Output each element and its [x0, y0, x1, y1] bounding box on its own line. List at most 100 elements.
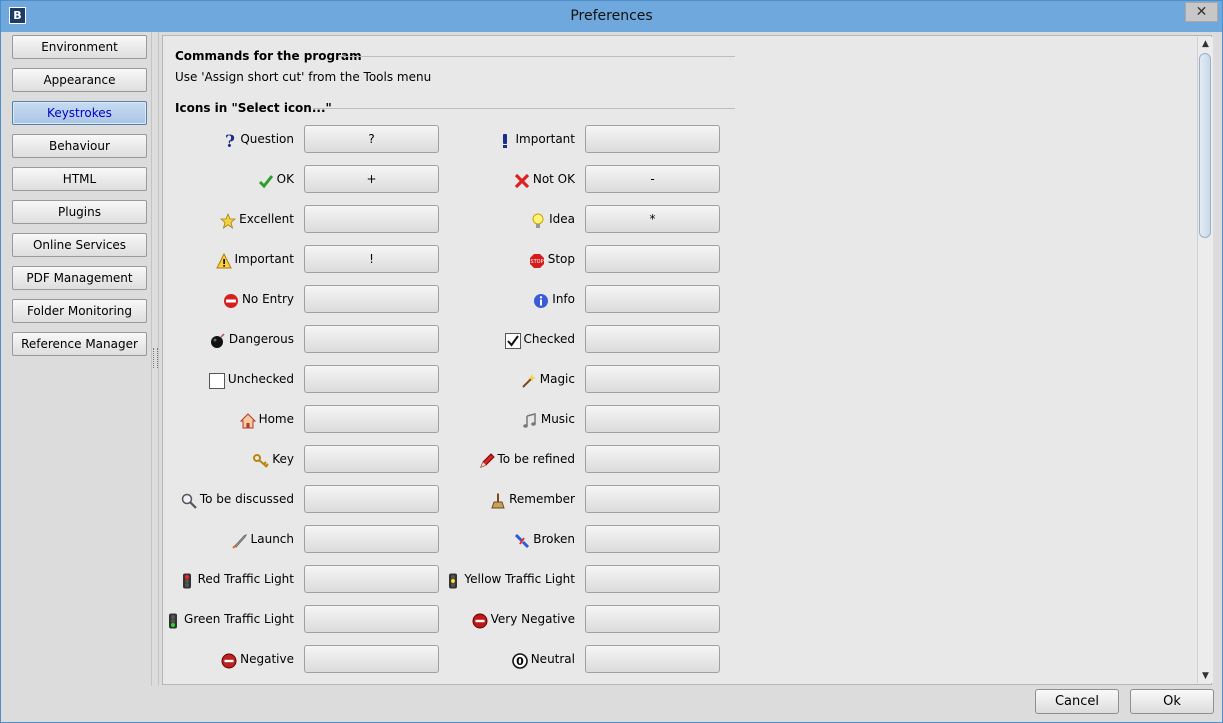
shortcut-field[interactable] [585, 525, 720, 553]
red-traffic-light-icon [179, 571, 195, 588]
sidebar-item-html[interactable]: HTML [12, 167, 147, 191]
shortcut-field[interactable] [585, 645, 720, 673]
shortcut-field[interactable]: + [304, 165, 439, 193]
icon-label-right: Broken [514, 525, 575, 553]
shortcut-field[interactable] [304, 405, 439, 433]
keystrokes-panel: Commands for the program Use 'Assign sho… [162, 35, 1213, 685]
icon-label-right: Magic [521, 365, 575, 393]
shortcut-field[interactable]: - [585, 165, 720, 193]
sidebar-item-behaviour[interactable]: Behaviour [12, 134, 147, 158]
icon-label-right: Info [533, 285, 575, 313]
icon-label-text: Question [240, 132, 294, 146]
splitter-grip-icon[interactable] [153, 348, 158, 368]
shortcut-field[interactable] [304, 485, 439, 513]
shortcut-field[interactable] [304, 525, 439, 553]
scrollbar-thumb[interactable] [1199, 53, 1211, 238]
icon-label-right: 0 Neutral [511, 645, 575, 673]
check-icon [258, 171, 274, 188]
broom-icon [490, 491, 506, 508]
shortcut-field[interactable] [304, 285, 439, 313]
cancel-button[interactable]: Cancel [1035, 689, 1119, 714]
icon-label-text: Neutral [530, 652, 575, 666]
icon-label-text: To be discussed [199, 492, 294, 506]
icon-label-left: Dangerous [210, 325, 294, 353]
svg-text:?: ? [225, 133, 235, 149]
shortcut-field[interactable] [304, 205, 439, 233]
icon-label-text: Magic [539, 372, 575, 386]
divider [313, 108, 735, 109]
commands-note: Use 'Assign short cut' from the Tools me… [175, 70, 432, 84]
star-icon [220, 211, 237, 229]
sidebar-item-environment[interactable]: Environment [12, 35, 147, 59]
warning-icon [215, 251, 232, 268]
sidebar-item-folder-monitoring[interactable]: Folder Monitoring [12, 299, 147, 323]
sidebar-item-appearance[interactable]: Appearance [12, 68, 147, 92]
shortcut-field[interactable] [585, 565, 720, 593]
info-icon [533, 291, 549, 308]
shortcut-field[interactable]: ! [304, 245, 439, 273]
shortcut-field[interactable] [304, 565, 439, 593]
sidebar-item-plugins[interactable]: Plugins [12, 200, 147, 224]
icon-label-right: Important [497, 125, 575, 153]
shortcut-field[interactable] [304, 325, 439, 353]
vertical-scrollbar[interactable]: ▲ ▼ [1197, 37, 1213, 683]
sidebar-item-reference-manager[interactable]: Reference Manager [12, 332, 147, 356]
stop-sign-icon: STOP [529, 251, 545, 268]
shortcut-field[interactable] [304, 365, 439, 393]
exclamation-icon [497, 131, 513, 148]
icon-label-left: ? Question [221, 125, 294, 153]
ok-button[interactable]: Ok [1130, 689, 1214, 714]
icon-label-text: OK [276, 172, 294, 186]
minus-circle-icon [221, 651, 237, 668]
sidebar-item-online-services[interactable]: Online Services [12, 233, 147, 257]
shortcut-field[interactable] [585, 125, 720, 153]
checked-box-icon [504, 331, 521, 349]
shortcut-field[interactable] [585, 245, 720, 273]
sidebar-item-pdf-management[interactable]: PDF Management [12, 266, 147, 290]
magnifier-icon [181, 491, 197, 509]
sidebar-item-keystrokes[interactable]: Keystrokes [12, 101, 147, 125]
lightbulb-icon [530, 211, 546, 228]
icon-label-text: Home [258, 412, 294, 426]
icon-label-right: Idea [530, 205, 575, 233]
icon-label-right: Not OK [514, 165, 575, 193]
splitter[interactable] [151, 32, 159, 686]
shortcut-field[interactable]: * [585, 205, 720, 233]
shortcut-field[interactable] [304, 605, 439, 633]
shortcut-field[interactable]: ? [304, 125, 439, 153]
shortcut-field[interactable] [304, 645, 439, 673]
music-icon [522, 411, 538, 428]
shortcut-field[interactable] [585, 445, 720, 473]
home-icon [239, 411, 256, 428]
title-bar: B Preferences ✕ [1, 1, 1222, 32]
icon-label-text: Remember [509, 492, 575, 506]
bomb-icon [210, 331, 226, 348]
rocket-icon [231, 531, 248, 549]
shortcut-field[interactable] [585, 325, 720, 353]
icon-label-left: No Entry [223, 285, 294, 313]
icon-label-right: Checked [504, 325, 575, 353]
scroll-down-icon[interactable]: ▼ [1198, 669, 1213, 683]
key-icon [253, 451, 269, 468]
icon-label-text: Negative [240, 652, 294, 666]
icon-label-left: Home [239, 405, 294, 433]
icon-label-text: Not OK [532, 172, 575, 186]
svg-text:0: 0 [516, 655, 524, 668]
icon-label-text: Red Traffic Light [197, 572, 294, 586]
shortcut-field[interactable] [304, 445, 439, 473]
shortcut-field[interactable] [585, 485, 720, 513]
shortcut-field[interactable] [585, 365, 720, 393]
icon-label-left: Excellent [220, 205, 294, 233]
icon-label-left: Red Traffic Light [179, 565, 294, 593]
scroll-up-icon[interactable]: ▲ [1198, 37, 1213, 51]
icon-label-right: Yellow Traffic Light [445, 565, 575, 593]
shortcut-field[interactable] [585, 405, 720, 433]
icon-label-text: Broken [533, 532, 575, 546]
green-traffic-light-icon [165, 611, 181, 628]
icon-label-text: Important [234, 252, 295, 266]
icon-label-text: Idea [549, 212, 575, 226]
close-button[interactable]: ✕ [1185, 2, 1218, 22]
shortcut-field[interactable] [585, 285, 720, 313]
icon-label-text: Very Negative [490, 612, 575, 626]
shortcut-field[interactable] [585, 605, 720, 633]
